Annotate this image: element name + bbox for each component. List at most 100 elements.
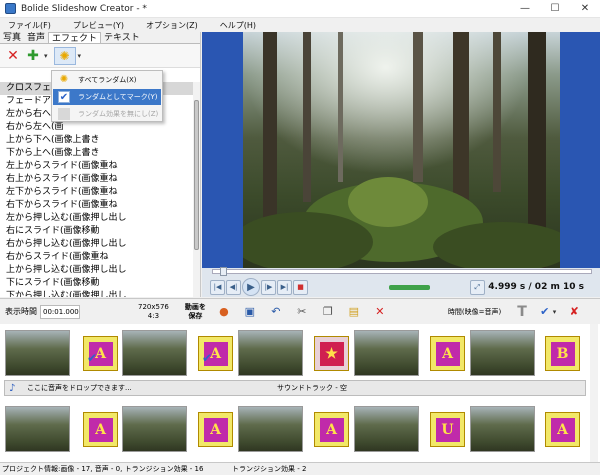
menu-help[interactable]: ヘルプ(H) bbox=[220, 20, 256, 31]
duration-input[interactable]: 00:01.000 bbox=[40, 304, 80, 319]
seek-thumb[interactable] bbox=[220, 267, 228, 276]
effect-list-item[interactable]: 左上からスライド(画像重ね bbox=[0, 160, 194, 173]
last-frame-icon[interactable]: ▶| bbox=[277, 279, 292, 295]
transition-thumbnail[interactable]: U bbox=[430, 412, 465, 447]
close-button[interactable]: ✕ bbox=[570, 0, 600, 18]
photo-thumbnail[interactable] bbox=[354, 330, 419, 376]
tab-effects[interactable]: エフェクト bbox=[48, 32, 102, 44]
effect-list-item[interactable]: 右下からスライド(画像重ね bbox=[0, 199, 194, 212]
seek-bar[interactable] bbox=[212, 267, 592, 276]
transition-icon: B bbox=[550, 341, 575, 366]
soundtrack-bar[interactable]: ♪ ここに音声をドロップできます... サウンドトラック - 空 bbox=[4, 380, 586, 396]
video-canvas bbox=[202, 32, 600, 268]
menu-file[interactable]: ファイル(F) bbox=[8, 20, 51, 31]
check-mark-icon: ✔ bbox=[58, 91, 70, 103]
photo-thumbnail[interactable] bbox=[122, 330, 187, 376]
storyboard: A ✔ A ✔ ★ A B ♪ ここに音声をドロップできます... サウンドトラック - 空… bbox=[0, 324, 600, 462]
menu-item-label: すべてランダム(X) bbox=[78, 76, 137, 84]
effect-list-item[interactable]: 上から下へ(画像上書き bbox=[0, 134, 194, 147]
add-icon[interactable]: ✚ bbox=[24, 47, 42, 65]
tab-text[interactable]: テキスト bbox=[101, 32, 143, 43]
tab-photos[interactable]: 写真 bbox=[0, 32, 24, 43]
effect-list-item[interactable]: 右上からスライド(画像重ね bbox=[0, 173, 194, 186]
transition-icon: A bbox=[88, 417, 113, 442]
check-mark-icon: ✔ bbox=[87, 351, 98, 365]
effect-list-item[interactable]: 下にスライド(画像移動 bbox=[0, 277, 194, 290]
stop-icon[interactable]: ■ bbox=[293, 279, 308, 295]
save-video-label-2: 保存 bbox=[188, 311, 203, 320]
maximize-button[interactable]: ☐ bbox=[540, 0, 570, 18]
transition-thumbnail[interactable]: A bbox=[430, 336, 465, 371]
photo-thumbnail[interactable] bbox=[122, 406, 187, 452]
copy-icon[interactable]: ❐ bbox=[320, 304, 336, 320]
menu-preview[interactable]: プレビュー(Y) bbox=[73, 20, 124, 31]
duration-label: 表示時間 bbox=[5, 307, 37, 316]
prev-frame-icon[interactable]: ◀| bbox=[226, 279, 241, 295]
fullscreen-icon[interactable]: ⤢ bbox=[469, 279, 485, 295]
effect-list-item[interactable]: 下から上へ(画像上書き bbox=[0, 147, 194, 160]
delete-icon[interactable]: ✕ bbox=[372, 304, 388, 320]
photo-thumbnail[interactable] bbox=[238, 330, 303, 376]
transition-thumbnail[interactable]: A bbox=[83, 412, 118, 447]
first-frame-icon[interactable]: |◀ bbox=[210, 279, 225, 295]
transition-thumbnail[interactable]: A bbox=[545, 412, 580, 447]
photo-thumbnail[interactable] bbox=[238, 406, 303, 452]
photo-thumbnail[interactable] bbox=[470, 406, 535, 452]
music-note-icon: ♪ bbox=[9, 382, 16, 394]
undo-icon[interactable]: ↶ bbox=[268, 304, 284, 320]
forest-photo bbox=[243, 32, 560, 268]
transition-icon: ★ bbox=[319, 341, 344, 366]
transition-thumbnail[interactable]: A ✔ bbox=[83, 336, 118, 371]
remove-mark-icon[interactable]: ✘ bbox=[566, 304, 582, 320]
resolution-select[interactable]: 720x576 4:3 bbox=[138, 303, 169, 321]
menu-item-label: ランダム効果を無にし(Z) bbox=[78, 110, 159, 118]
effect-list-item[interactable]: 左から押し込む(画像押し出し bbox=[0, 212, 194, 225]
paste-icon[interactable]: ▤ bbox=[346, 304, 362, 320]
chevron-down-icon[interactable]: ▾ bbox=[78, 52, 82, 60]
effect-list-item[interactable]: 下から押し込む(画像押し出し bbox=[0, 290, 194, 297]
sound-drop-hint: ここに音声をドロップできます... bbox=[27, 384, 132, 392]
check-mark-icon: ✔ bbox=[202, 351, 213, 365]
effects-scrollbar[interactable] bbox=[193, 82, 200, 297]
photo-thumbnail[interactable] bbox=[470, 330, 535, 376]
transition-thumbnail[interactable]: B bbox=[545, 336, 580, 371]
photo-thumbnail[interactable] bbox=[5, 406, 70, 452]
menu-item-mark-random[interactable]: ✔ ランダムとしてマーク(Y) bbox=[53, 89, 161, 105]
next-frame-icon[interactable]: |▶ bbox=[261, 279, 276, 295]
scroll-thumb[interactable] bbox=[194, 100, 199, 250]
transition-thumbnail[interactable]: A bbox=[314, 412, 349, 447]
random-star-icon[interactable]: ✺ bbox=[53, 46, 76, 65]
check-mark-icon[interactable]: ✔ bbox=[537, 304, 553, 320]
storyboard-scrollbar[interactable] bbox=[590, 324, 598, 462]
tab-audio[interactable]: 音声 bbox=[24, 32, 48, 43]
delete-icon[interactable]: ✕ bbox=[4, 47, 22, 65]
volume-slider[interactable] bbox=[389, 284, 430, 290]
photo-thumbnail[interactable] bbox=[5, 330, 70, 376]
cut-icon[interactable]: ✂ bbox=[294, 304, 310, 320]
effect-list-item[interactable]: 右から左へ(画 bbox=[0, 121, 194, 134]
transition-thumbnail[interactable]: ★ bbox=[314, 336, 349, 371]
chevron-down-icon[interactable]: ▾ bbox=[553, 308, 557, 316]
photo-thumbnail[interactable] bbox=[354, 406, 419, 452]
effect-list-item[interactable]: 右からスライド(画像重ね bbox=[0, 251, 194, 264]
text-tool-icon[interactable]: T bbox=[517, 304, 527, 320]
record-icon[interactable]: ● bbox=[216, 304, 232, 320]
transition-icon: A bbox=[550, 417, 575, 442]
menu-item-all-random[interactable]: ✺ すべてランダム(X) bbox=[53, 72, 161, 88]
random-star-icon: ✺ bbox=[59, 74, 69, 85]
effect-list-item[interactable]: 上から押し込む(画像押し出し bbox=[0, 264, 194, 277]
save-video-button[interactable]: 動画を 保存 bbox=[185, 303, 206, 321]
app-icon bbox=[5, 3, 16, 14]
save-icon[interactable]: ▣ bbox=[242, 304, 258, 320]
effect-list-item[interactable]: 右にスライド(画像移動 bbox=[0, 225, 194, 238]
menu-bar: ファイル(F) プレビュー(Y) オプション(Z) ヘルプ(H) bbox=[0, 18, 600, 32]
soundtrack-title: サウンドトラック - 空 bbox=[277, 384, 347, 392]
play-icon[interactable]: ▶ bbox=[242, 278, 260, 296]
chevron-down-icon[interactable]: ▾ bbox=[44, 52, 48, 60]
transition-thumbnail[interactable]: A bbox=[198, 412, 233, 447]
effect-list-item[interactable]: 左下からスライド(画像重ね bbox=[0, 186, 194, 199]
effect-list-item[interactable]: 右から押し込む(画像押し出し bbox=[0, 238, 194, 251]
transition-thumbnail[interactable]: A ✔ bbox=[198, 336, 233, 371]
menu-options[interactable]: オプション(Z) bbox=[146, 20, 198, 31]
minimize-button[interactable]: — bbox=[510, 0, 540, 18]
